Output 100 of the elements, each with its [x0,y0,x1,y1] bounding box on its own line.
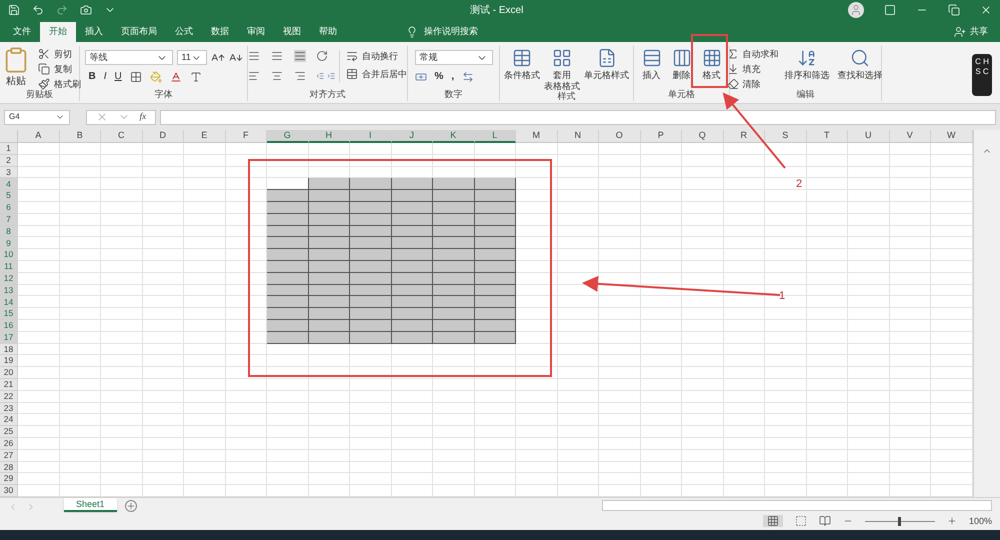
alignment-button[interactable]: 合并后居中 [346,68,407,80]
row-header[interactable]: 23 [0,402,18,414]
row-header[interactable]: 8 [0,226,18,238]
column-header[interactable]: S [765,130,806,143]
column-header[interactable]: H [308,130,350,143]
column-header[interactable]: A [18,130,60,143]
ime-badge[interactable]: C H S C [972,54,992,96]
clipboard-button[interactable]: 格式刷 [38,78,81,90]
row-header[interactable]: 21 [0,378,18,391]
restore-icon[interactable] [948,4,960,16]
ribbon-tab[interactable]: 审阅 [238,22,274,42]
row-header[interactable]: 15 [0,308,18,320]
decimal-icon[interactable] [462,71,474,83]
row-header[interactable]: 25 [0,426,18,438]
column-header[interactable]: F [226,130,267,143]
phonetic-icon[interactable] [190,71,202,83]
cells-button[interactable]: 插入 [640,46,664,81]
font-style-button[interactable]: B [88,72,96,82]
font-style-button[interactable]: I [104,72,107,82]
column-header[interactable]: M [516,130,558,143]
font-name-field[interactable]: 等线 [84,50,172,65]
zoom-slider-thumb[interactable] [898,516,902,526]
page-layout-icon[interactable] [794,515,807,528]
editing-button[interactable]: 清除 [726,78,778,90]
undo-icon[interactable] [32,4,44,16]
column-header[interactable]: D [142,130,184,143]
redo-icon[interactable] [56,4,68,16]
indent-decrease-icon[interactable] [316,70,325,82]
align-right-icon[interactable] [294,70,306,82]
avatar[interactable] [848,2,864,18]
insert-function-button[interactable]: fx [140,110,146,124]
horizontal-scrollbar[interactable] [602,500,992,511]
column-header[interactable]: C [101,130,142,143]
alignment-button[interactable]: 自动换行 [346,50,407,62]
row-header[interactable]: 4 [0,178,18,190]
zoom-level[interactable]: 100% [968,514,992,528]
row-header[interactable]: 26 [0,438,18,450]
ribbon-tab[interactable]: 页面布局 [112,22,166,42]
row-header[interactable]: 17 [0,332,18,344]
borders-icon[interactable] [130,71,142,83]
vertical-scrollbar[interactable] [972,130,1000,497]
add-sheet-icon[interactable] [124,500,137,512]
column-header[interactable]: N [558,130,599,143]
row-header[interactable]: 11 [0,260,18,273]
normal-view-icon[interactable] [766,515,779,528]
column-header[interactable]: W [931,130,972,143]
column-header[interactable]: U [848,130,890,143]
editing-button[interactable]: 查找和选择 [836,46,884,90]
camera-icon[interactable] [80,4,92,16]
row-header[interactable]: 22 [0,390,18,403]
font-color-icon[interactable] [170,71,182,83]
cells-button[interactable]: 格式 [700,46,724,81]
column-header[interactable]: O [599,130,640,143]
row-header[interactable]: 20 [0,367,18,379]
style-button[interactable]: 单元格样式 [582,46,631,92]
ribbon-tab[interactable]: 数据 [202,22,238,42]
column-header[interactable]: P [640,130,682,143]
close-icon[interactable] [980,4,992,16]
save-icon[interactable] [8,4,20,16]
column-header[interactable]: E [184,130,226,143]
align-bottom-icon[interactable] [294,50,306,62]
column-header[interactable]: I [350,130,392,143]
column-header[interactable]: R [724,130,765,143]
row-header[interactable]: 12 [0,272,18,285]
row-header[interactable]: 16 [0,320,18,332]
row-header[interactable]: 18 [0,344,18,356]
font-size-field[interactable]: 11 [176,50,206,65]
column-header[interactable]: J [392,130,433,143]
row-header[interactable]: 30 [0,485,18,497]
number-format-field[interactable]: 常规 [414,50,492,65]
column-header[interactable]: V [890,130,931,143]
sheet-tab[interactable]: Sheet1 [64,498,117,512]
name-box[interactable]: G4 [4,110,70,124]
row-header[interactable]: 29 [0,473,18,486]
row-header[interactable]: 3 [0,166,18,178]
column-header[interactable]: T [806,130,848,143]
column-header[interactable]: L [474,130,516,143]
column-header[interactable]: K [433,130,474,143]
paste-button[interactable]: 粘贴 [0,46,34,90]
style-button[interactable]: 套用 表格格式 [542,46,582,92]
editing-button[interactable]: 自动求和 [726,48,778,60]
row-header[interactable]: 27 [0,450,18,462]
align-left-icon[interactable] [248,70,260,82]
ribbon-tab[interactable]: 文件 [4,22,40,42]
editing-button[interactable]: 排序和筛选 [782,46,832,90]
row-header[interactable]: 19 [0,355,18,368]
row-header[interactable]: 24 [0,414,18,426]
number-format-button[interactable]: % [434,72,444,82]
orientation-icon[interactable] [316,50,328,62]
cancel-icon[interactable] [96,111,108,123]
clipboard-button[interactable]: 剪切 [38,48,81,60]
ribbon-tab[interactable]: 帮助 [310,22,346,42]
row-header[interactable]: 1 [0,143,18,155]
tell-me-field[interactable]: 操作说明搜索 [406,22,478,42]
indent-increase-icon[interactable] [326,70,335,82]
cells-button[interactable]: 删除 [670,46,694,81]
row-header[interactable]: 7 [0,214,18,226]
column-header[interactable]: B [60,130,101,143]
style-button[interactable]: 条件格式 [502,46,542,92]
font-style-button[interactable]: U [114,72,122,82]
